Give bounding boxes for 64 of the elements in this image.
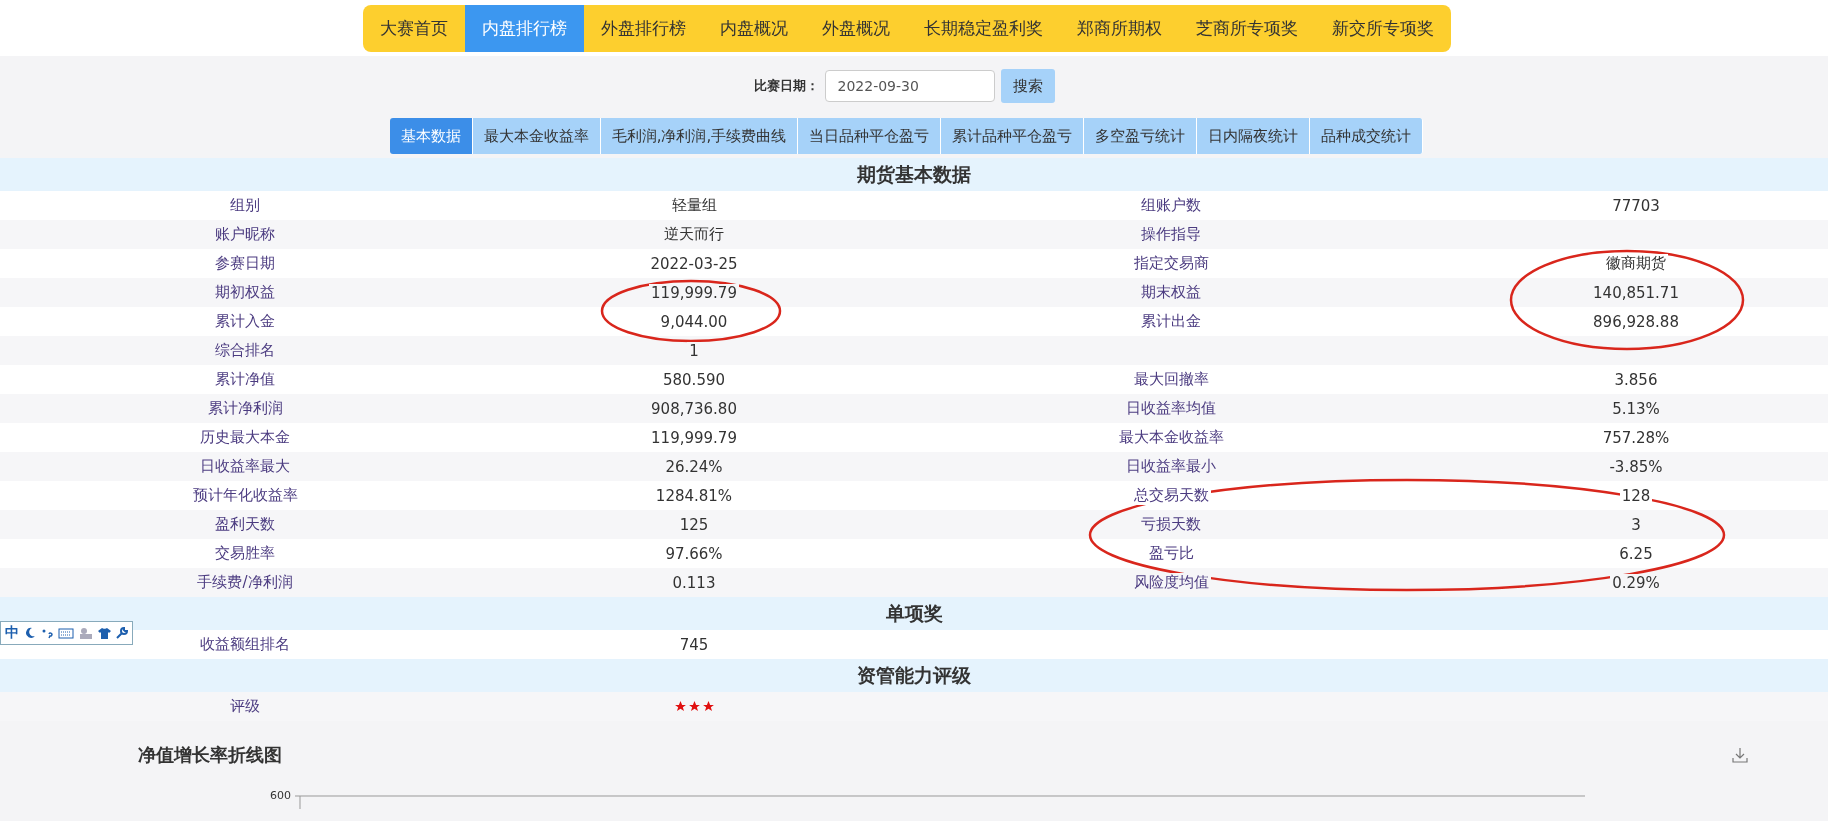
search-button[interactable]: 搜索 (1000, 69, 1055, 103)
field-value: 9,044.00 (658, 312, 730, 331)
nav-tab[interactable]: 大赛首页 (363, 5, 465, 52)
nav-tab[interactable]: 外盘概况 (805, 5, 907, 52)
nav-tab[interactable]: 新交所专项奖 (1315, 5, 1451, 52)
field-value: 徽商期货 (1604, 254, 1668, 273)
nav-tab[interactable]: 郑商所期权 (1060, 5, 1179, 52)
field-label: 期末权益 (1139, 283, 1203, 302)
nav-tab[interactable]: 外盘排行榜 (584, 5, 703, 52)
field-label: 盈利天数 (213, 515, 277, 534)
moon-icon[interactable] (24, 627, 36, 639)
data-tab[interactable]: 毛利润,净利润,手续费曲线 (600, 118, 799, 154)
field-label: 手续费/净利润 (195, 573, 295, 592)
field-label: 风险度均值 (1131, 573, 1211, 592)
nav-tab[interactable]: 长期稳定盈利奖 (907, 5, 1060, 52)
field-value: 140,851.71 (1591, 283, 1681, 302)
wrench-icon[interactable] (116, 627, 128, 639)
star-icon (701, 700, 715, 713)
field-value: 119,999.79 (649, 283, 739, 302)
chart-title: 净值增长率折线图 (138, 743, 282, 767)
field-label: 参赛日期 (213, 254, 277, 273)
field-label: 累计入金 (213, 312, 277, 331)
date-field[interactable]: 2022-09-30 (824, 70, 995, 102)
data-tab[interactable]: 最大本金收益率 (472, 118, 601, 154)
data-tab[interactable]: 当日品种平仓盈亏 (798, 118, 942, 154)
section-heading: 期货基本数据 (0, 158, 1828, 191)
field-value: 128 (1619, 486, 1653, 505)
data-tab[interactable]: 品种成交统计 (1310, 118, 1424, 154)
field-label: 历史最大本金 (198, 428, 292, 447)
section-heading: 资管能力评级 (0, 659, 1828, 692)
field-value: 896,928.88 (1591, 312, 1681, 331)
field-label: 最大回撤率 (1131, 370, 1211, 389)
field-label: 操作指导 (1139, 225, 1203, 244)
field-label: 累计净利润 (205, 399, 285, 418)
field-label: 组账户数 (1139, 196, 1203, 215)
field-label: 最大本金收益率 (1116, 428, 1226, 447)
shirt-icon[interactable] (98, 627, 111, 639)
data-tab[interactable]: 多空盈亏统计 (1084, 118, 1198, 154)
field-label: 组别 (228, 196, 262, 215)
axis-tick-label: 600 (270, 789, 291, 802)
field-value: 逆天而行 (662, 225, 726, 244)
field-value: 轻量组 (669, 196, 719, 215)
star-icon (687, 700, 701, 713)
field-label: 累计净值 (213, 370, 277, 389)
data-tab[interactable]: 累计品种平仓盈亏 (941, 118, 1085, 154)
star-icon (673, 700, 687, 713)
field-label: 总交易天数 (1131, 486, 1211, 505)
field-label: 交易胜率 (213, 544, 277, 563)
field-value: 908,736.80 (649, 399, 739, 418)
field-label: 账户昵称 (213, 225, 277, 244)
field-label: 盈亏比 (1146, 544, 1196, 563)
field-label: 评级 (228, 697, 262, 716)
nav-tab[interactable]: 内盘概况 (703, 5, 805, 52)
field-label: 预计年化收益率 (190, 486, 300, 505)
field-label: 累计出金 (1139, 312, 1203, 331)
punctuation-icon[interactable] (41, 627, 53, 639)
field-value: 119,999.79 (649, 428, 739, 447)
nav-tab[interactable]: 芝商所专项奖 (1179, 5, 1315, 52)
field-label: 亏损天数 (1139, 515, 1203, 534)
date-label: 比赛日期： (753, 77, 819, 95)
field-label: 指定交易商 (1131, 254, 1211, 273)
data-tab[interactable]: 日内隔夜统计 (1197, 118, 1311, 154)
field-label: 期初权益 (213, 283, 277, 302)
download-icon[interactable] (1732, 747, 1748, 763)
